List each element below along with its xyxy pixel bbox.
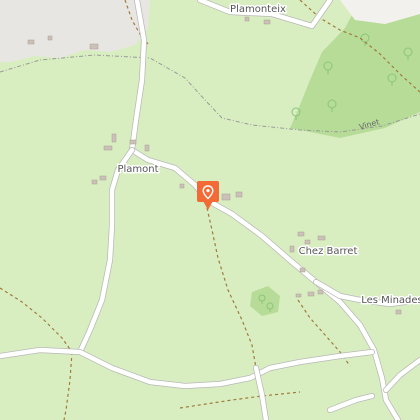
place-label-chez-barret: Chez Barret: [299, 246, 358, 257]
map-canvas[interactable]: Plamonteix Plamont Chez Barret Les Minad…: [0, 0, 420, 420]
place-label-plamont: Plamont: [117, 164, 158, 175]
place-label-les-minades: Les Minades: [361, 295, 420, 306]
place-label-plamonteix: Plamonteix: [230, 4, 286, 15]
